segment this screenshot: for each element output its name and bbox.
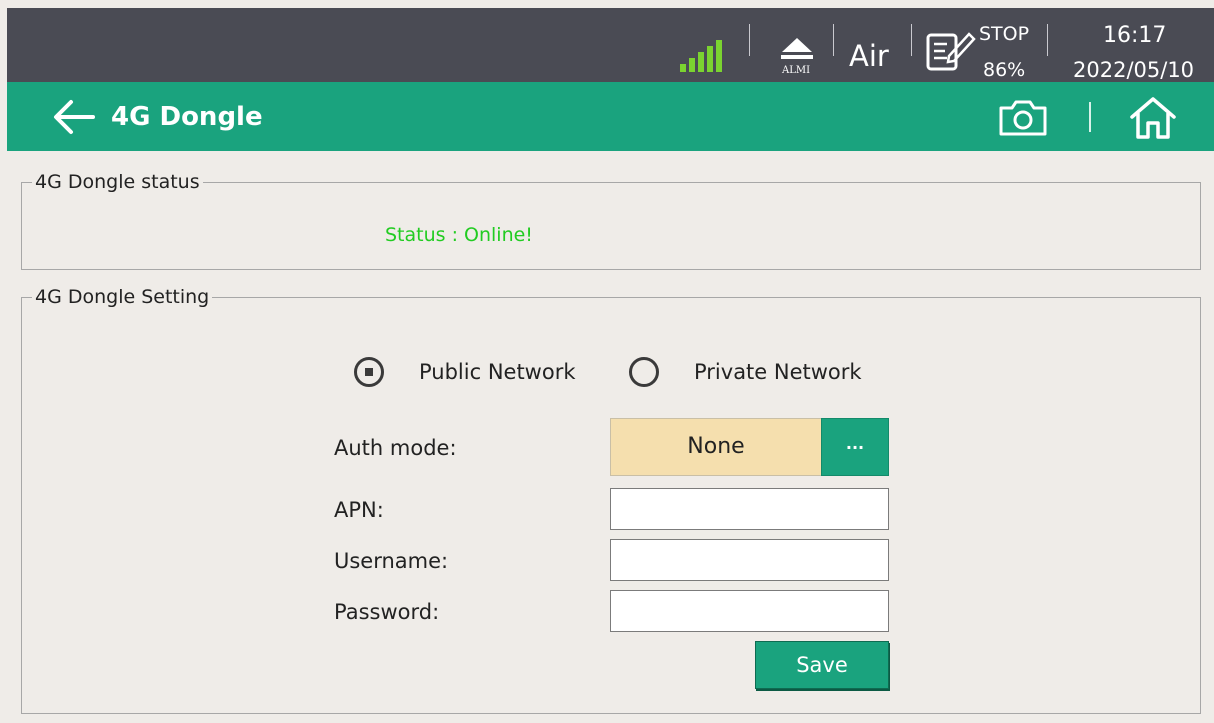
alarm-label: ALMI <box>781 65 811 76</box>
clock-time: 16:17 <box>1103 23 1167 48</box>
mode-indicator: Air <box>849 39 889 73</box>
private-network-radio[interactable] <box>629 357 659 387</box>
home-icon[interactable] <box>1127 95 1179 141</box>
status-separator <box>911 24 912 56</box>
radio-selected-dot <box>365 368 373 376</box>
dongle-setting-group: 4G Dongle Setting Public Network Private… <box>21 285 1201 714</box>
username-label: Username: <box>334 549 449 573</box>
status-separator <box>833 24 834 56</box>
title-separator <box>1089 102 1091 132</box>
arrow-left-icon[interactable] <box>51 97 97 137</box>
dongle-status-group: 4G Dongle status Status : Online! <box>21 170 1201 270</box>
auth-mode-label: Auth mode: <box>334 436 457 460</box>
title-bar: 4G Dongle <box>7 82 1214 151</box>
run-state: STOP <box>979 23 1030 45</box>
status-separator <box>1047 24 1048 56</box>
connection-status: Status : Online! <box>385 224 533 246</box>
page-title: 4G Dongle <box>111 102 263 132</box>
apn-label: APN: <box>334 498 384 522</box>
status-bar: ALMI Air STOP 86% 16:17 2022/05/10 <box>7 8 1214 82</box>
camera-icon[interactable] <box>997 96 1049 138</box>
auth-mode-select[interactable]: None <box>610 418 822 476</box>
username-field[interactable] <box>610 539 889 581</box>
save-button[interactable]: Save <box>755 641 889 689</box>
clock-date: 2022/05/10 <box>1073 58 1195 82</box>
alarm-icon: ALMI <box>773 28 819 78</box>
dongle-setting-legend: 4G Dongle Setting <box>32 285 213 309</box>
public-network-radio[interactable] <box>354 357 384 387</box>
password-field[interactable] <box>610 590 889 632</box>
apn-field[interactable] <box>610 488 889 530</box>
notepad-edit-icon <box>926 32 976 71</box>
password-label: Password: <box>334 600 440 624</box>
private-network-label[interactable]: Private Network <box>694 358 862 386</box>
percent-value: 86% <box>983 59 1026 81</box>
auth-mode-more-button[interactable]: ... <box>821 418 889 476</box>
status-separator <box>749 24 750 56</box>
public-network-label[interactable]: Public Network <box>419 358 576 386</box>
signal-bars-icon <box>680 38 742 72</box>
dongle-status-legend: 4G Dongle status <box>32 170 203 194</box>
